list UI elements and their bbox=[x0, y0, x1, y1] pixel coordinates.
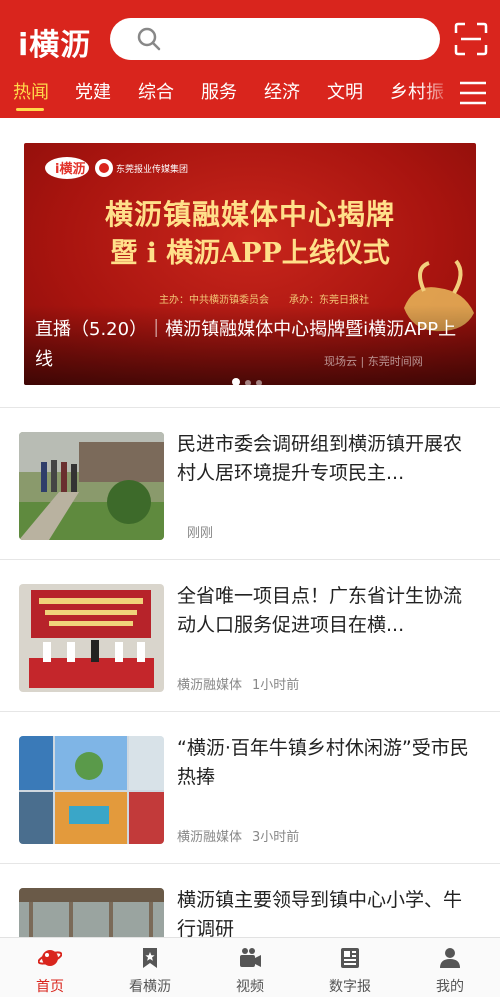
nav-watch[interactable]: 看横沥 bbox=[100, 938, 200, 997]
list-item[interactable]: 民进市委会调研组到横沥镇开展农村人居环境提升专项民主... 刚刚 bbox=[0, 408, 500, 560]
active-tab-indicator bbox=[16, 108, 44, 111]
list-item[interactable]: “横沥·百年牛镇乡村休闲游”受市民热捧 横沥融媒体 3小时前 bbox=[0, 712, 500, 864]
tab-civilization[interactable]: 文明 bbox=[327, 78, 363, 104]
news-thumbnail bbox=[19, 584, 164, 692]
news-title: 横沥镇主要领导到镇中心小学、牛行调研 bbox=[177, 889, 463, 940]
tab-hot[interactable]: 热闻 bbox=[13, 78, 49, 104]
nav-home[interactable]: 首页 bbox=[0, 938, 100, 997]
news-time: 3小时前 bbox=[252, 830, 300, 845]
carousel-dot[interactable] bbox=[256, 380, 262, 385]
news-title: 全省唯一项目点！广东省计生协流动人口服务促进项目在横... bbox=[177, 585, 463, 636]
user-icon bbox=[440, 948, 460, 968]
scan-icon[interactable] bbox=[454, 22, 488, 56]
nav-epaper[interactable]: 数字报 bbox=[300, 938, 400, 997]
banner-organizers: 主办：中共横沥镇委员会 承办：东莞日报社 bbox=[159, 295, 369, 306]
news-thumbnail bbox=[19, 736, 164, 844]
news-time: 1小时前 bbox=[252, 678, 300, 693]
nav-label: 我的 bbox=[436, 979, 464, 995]
app-logo: i横沥 bbox=[18, 28, 92, 63]
list-item[interactable]: 全省唯一项目点！广东省计生协流动人口服务促进项目在横... 横沥融媒体 1小时前 bbox=[0, 560, 500, 712]
news-meta: 横沥融媒体 1小时前 bbox=[177, 674, 309, 693]
svg-text:i横沥: i横沥 bbox=[55, 161, 85, 177]
news-meta: 刚刚 bbox=[177, 522, 223, 541]
nav-video[interactable]: 视频 bbox=[200, 938, 300, 997]
tab-economy[interactable]: 经济 bbox=[264, 78, 300, 104]
carousel-dot[interactable] bbox=[245, 380, 251, 385]
banner-title-line1: 横沥镇融媒体中心揭牌 bbox=[104, 198, 395, 231]
news-time: 刚刚 bbox=[187, 526, 214, 541]
news-source: 横沥融媒体 bbox=[177, 678, 243, 693]
newspaper-icon bbox=[341, 948, 359, 968]
news-title: “横沥·百年牛镇乡村休闲游”受市民热捧 bbox=[177, 737, 469, 788]
tab-general[interactable]: 综合 bbox=[138, 78, 174, 104]
carousel-dot[interactable] bbox=[232, 378, 240, 385]
carousel-dots[interactable] bbox=[232, 371, 267, 385]
banner-watermark: 现场云 | 东莞时间网 bbox=[324, 355, 423, 368]
nav-label: 首页 bbox=[36, 979, 64, 995]
nav-label: 数字报 bbox=[329, 979, 371, 995]
search-icon bbox=[137, 27, 161, 51]
nav-profile[interactable]: 我的 bbox=[400, 938, 500, 997]
bottom-navigation: 首页 看横沥 视频 数字报 我的 bbox=[0, 937, 500, 997]
home-planet-icon bbox=[38, 950, 62, 966]
featured-banner[interactable]: i横沥 东莞报业传媒集团 横沥镇融媒体中心揭牌 暨 i 横沥APP上线仪式 主办… bbox=[24, 143, 476, 385]
tab-party[interactable]: 党建 bbox=[75, 78, 111, 104]
tab-service[interactable]: 服务 bbox=[201, 78, 237, 104]
tab-fade bbox=[420, 72, 454, 112]
nav-label: 视频 bbox=[236, 979, 264, 995]
video-camera-icon bbox=[240, 948, 261, 967]
news-source: 横沥融媒体 bbox=[177, 830, 243, 845]
nav-label: 看横沥 bbox=[129, 979, 171, 995]
menu-icon[interactable] bbox=[458, 80, 488, 106]
news-meta: 横沥融媒体 3小时前 bbox=[177, 826, 309, 845]
publisher-name: 东莞报业传媒集团 bbox=[116, 163, 188, 175]
news-thumbnail bbox=[19, 432, 164, 540]
bookmark-icon bbox=[143, 948, 157, 968]
news-title: 民进市委会调研组到横沥镇开展农村人居环境提升专项民主... bbox=[177, 433, 463, 484]
banner-logo: i横沥 东莞报业传媒集团 bbox=[45, 157, 188, 179]
top-header: i横沥 热闻 党建 综合 服务 经济 文明 乡村振 bbox=[0, 0, 500, 118]
